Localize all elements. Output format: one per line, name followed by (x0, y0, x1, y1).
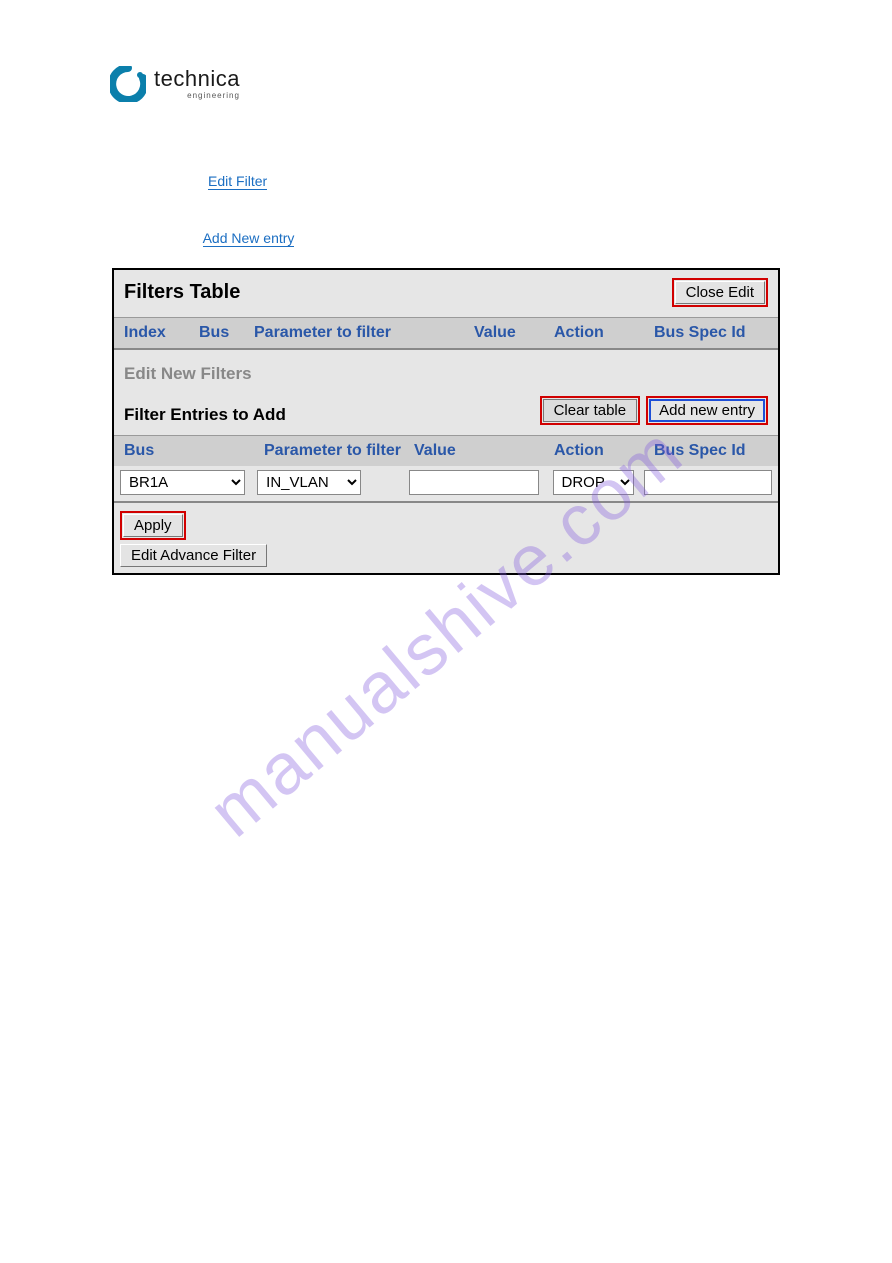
logo-name: technica (154, 68, 240, 90)
col-parameter: Parameter to filter (254, 324, 474, 342)
col-index: Index (124, 324, 199, 342)
instr-text: 8. You will see at the bottom of the mai… (110, 198, 782, 220)
filter-entry-row: BR1A IN_VLAN DROP (114, 466, 778, 503)
edit-new-filters-label: Edit New Filters (114, 350, 778, 390)
action-select[interactable]: DROP (553, 470, 634, 495)
edit-filter-link[interactable]: Edit Filter (208, 174, 267, 190)
value-input[interactable] (409, 470, 539, 495)
page-number: 68 (110, 1189, 123, 1203)
table-headers: Index Bus Parameter to filter Value Acti… (114, 317, 778, 350)
logo: technica engineering (110, 66, 240, 102)
instr-text: . (298, 230, 302, 246)
col-value: Value (474, 324, 554, 342)
col-bus: Bus (124, 442, 264, 460)
col-action: Action (554, 324, 654, 342)
col-bus-spec: Bus Spec Id (654, 324, 768, 342)
body-text: This will show a new row on "Filter Entr… (110, 660, 782, 764)
instr-text: . (271, 173, 275, 189)
close-edit-button[interactable]: Close Edit (675, 281, 765, 304)
panel-title: Filters Table (124, 281, 240, 304)
col-bus-spec: Bus Spec Id (654, 442, 768, 460)
clear-table-button[interactable]: Clear table (543, 399, 638, 422)
apply-button[interactable]: Apply (123, 514, 183, 537)
col-parameter: Parameter to filter (264, 442, 414, 460)
bus-select[interactable]: BR1A (120, 470, 245, 495)
add-new-entry-link[interactable]: Add New entry (203, 231, 295, 247)
highlight-box: Close Edit (672, 278, 768, 307)
highlight-box: Clear table (540, 396, 641, 425)
paragraph: This will show a new row on "Filter Entr… (110, 660, 782, 705)
figure-caption: Figure 5-2: New entry on Filter Entries … (110, 620, 782, 635)
entries-headers: Bus Parameter to filter Value Action Bus… (114, 435, 778, 466)
logo-sub: engineering (154, 92, 240, 100)
col-bus: Bus (199, 324, 254, 342)
paragraph: 9. Enter the following values: BR1A, IN_… (110, 719, 782, 764)
instruction-text: 7. Now click on Edit Filter . 8. You wil… (110, 170, 782, 255)
filter-entries-title: Filter Entries to Add (124, 405, 286, 425)
highlight-box: Add new entry (646, 396, 768, 425)
logo-icon (110, 66, 146, 102)
add-new-entry-button[interactable]: Add new entry (651, 401, 763, 420)
col-action: Action (554, 442, 654, 460)
filters-panel: Filters Table Close Edit Index Bus Param… (112, 268, 780, 575)
instr-text: ment. Click on (110, 230, 203, 246)
parameter-select[interactable]: IN_VLAN (257, 470, 360, 495)
highlight-box: Apply (120, 511, 186, 540)
col-value: Value (414, 442, 554, 460)
edit-advance-filter-button[interactable]: Edit Advance Filter (120, 544, 267, 567)
instr-text: 7. Now click on (110, 173, 208, 189)
bus-spec-input[interactable] (644, 470, 772, 495)
